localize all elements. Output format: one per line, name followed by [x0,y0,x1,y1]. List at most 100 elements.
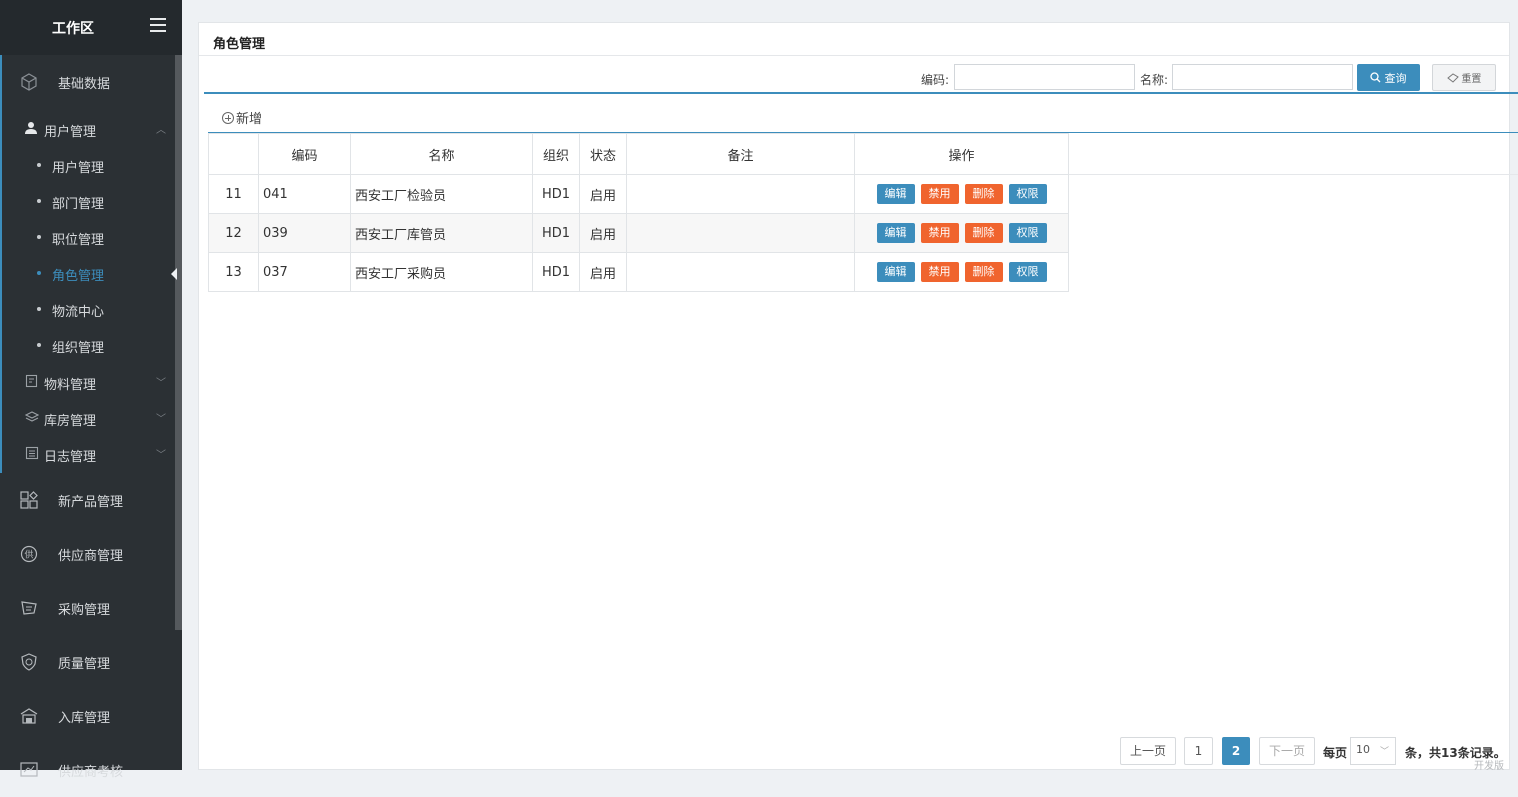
sidebar-group-basic-data[interactable]: 基础数据 [0,55,175,109]
sidebar-group-label: 基础数据 [58,77,111,92]
prev-page-button[interactable]: 上一页 [1120,737,1176,765]
column-header-code[interactable]: 编码 [258,133,351,175]
sidebar-item-logistics-center[interactable]: 物流中心 [0,291,175,327]
sidebar-title: 工作区 [52,21,94,37]
assessment-icon [20,762,38,777]
role-table: 编码 名称 组织 状态 备注 操作 11 041 西安工厂检验员 HD1 启用 … [208,133,1069,292]
column-header-remark[interactable]: 备注 [626,133,855,175]
material-icon [25,374,38,388]
row-code: 041 [258,174,351,214]
purchase-icon [21,601,37,615]
row-status: 启用 [579,252,627,292]
disable-button[interactable]: 禁用 [920,223,959,243]
sidebar-item-org-management[interactable]: 组织管理 [0,327,175,363]
delete-button[interactable]: 删除 [964,184,1003,204]
delete-button[interactable]: 删除 [964,262,1003,282]
row-actions: 编辑 禁用 删除 权限 [854,213,1069,253]
chevron-down-icon: ﹀ [1379,747,1389,757]
chevron-up-icon: ︿ [156,125,166,136]
name-label: 名称: [1140,73,1169,87]
supplier-icon: 供 [20,545,38,563]
sidebar: 工作区 基础数据 用户管理 ︿ 用户管理 部门管理 职位管理 角色管理 物流中心… [0,0,182,780]
chevron-down-icon: ﹀ [156,378,166,389]
page-button-1[interactable]: 1 [1184,737,1213,765]
row-code: 039 [258,213,351,253]
chevron-down-icon: ﹀ [156,414,166,425]
row-remark [626,252,855,292]
table-header-row: 编码 名称 组织 状态 备注 操作 [208,133,1069,175]
row-remark [626,213,855,253]
row-name: 西安工厂检验员 [350,174,533,214]
sidebar-item-label: 职位管理 [52,233,105,248]
row-status: 启用 [579,213,627,253]
sidebar-item-label: 物流中心 [52,305,105,320]
row-org: HD1 [532,213,580,253]
sidebar-item-label: 部门管理 [52,197,105,212]
sidebar-group-supplier-assessment[interactable]: 供应商考核 [0,743,175,797]
row-org: HD1 [532,252,580,292]
active-item-caret [171,268,177,280]
permission-button[interactable]: 权限 [1008,223,1047,243]
name-input[interactable] [1172,64,1353,90]
sidebar-item-role-management[interactable]: 角色管理 [0,255,175,291]
svg-text:供: 供 [24,549,33,561]
sidebar-sub-material-management[interactable]: 物料管理 ﹀ [0,364,175,400]
chevron-down-icon: ﹀ [156,450,166,461]
header-row-divider [1066,174,1518,175]
code-input[interactable] [954,64,1135,90]
sidebar-item-position-management[interactable]: 职位管理 [0,219,175,255]
row-status: 启用 [579,174,627,214]
search-icon [1370,71,1381,82]
sidebar-scrollbar[interactable] [175,55,182,630]
query-button[interactable]: 查询 [1357,64,1420,91]
table-row[interactable]: 12 039 西安工厂库管员 HD1 启用 编辑 禁用 删除 权限 [208,213,1069,253]
column-header-status[interactable]: 状态 [579,133,627,175]
reset-label: 重置 [1461,74,1482,85]
sidebar-sub-label: 库房管理 [44,414,97,429]
sidebar-group-supplier[interactable]: 供 供应商管理 [0,527,175,581]
sidebar-sub-warehouse-management[interactable]: 库房管理 ﹀ [0,400,175,436]
sidebar-group-label: 供应商管理 [58,549,124,564]
user-icon [25,122,37,134]
sidebar-group-quality[interactable]: 质量管理 [0,635,175,689]
sidebar-item-label: 组织管理 [52,341,105,356]
sidebar-item-label: 用户管理 [52,161,105,176]
table-row[interactable]: 11 041 西安工厂检验员 HD1 启用 编辑 禁用 删除 权限 [208,174,1069,214]
sidebar-sub-log-management[interactable]: 日志管理 ﹀ [0,436,175,472]
column-header-org[interactable]: 组织 [532,133,580,175]
log-icon [25,446,39,460]
apps-icon [20,491,38,509]
row-actions: 编辑 禁用 删除 权限 [854,252,1069,292]
page-button-2[interactable]: 2 [1222,737,1250,765]
per-page-select[interactable]: 10 ﹀ [1350,737,1396,765]
code-label: 编码: [921,73,950,87]
add-button[interactable]: 新增 [222,108,262,127]
sidebar-group-inbound[interactable]: 入库管理 [0,689,175,743]
column-header-name[interactable]: 名称 [350,133,533,175]
cube-icon [21,73,37,91]
edit-button[interactable]: 编辑 [876,262,915,282]
sidebar-sub-label: 物料管理 [44,378,97,393]
row-org: HD1 [532,174,580,214]
sidebar-sub-user-management[interactable]: 用户管理 ︿ [0,111,175,147]
sidebar-item-user-management[interactable]: 用户管理 [0,147,175,183]
row-code: 037 [258,252,351,292]
sidebar-item-department-management[interactable]: 部门管理 [0,183,175,219]
next-page-button[interactable]: 下一页 [1259,737,1315,765]
sidebar-group-new-product[interactable]: 新产品管理 [0,473,175,527]
table-row[interactable]: 13 037 西安工厂采购员 HD1 启用 编辑 禁用 删除 权限 [208,252,1069,292]
delete-button[interactable]: 删除 [964,223,1003,243]
reset-button[interactable]: 重置 [1432,64,1496,91]
edit-button[interactable]: 编辑 [876,184,915,204]
warehouse-icon [20,708,38,724]
sidebar-item-label: 角色管理 [52,269,105,284]
sidebar-group-purchase[interactable]: 采购管理 [0,581,175,635]
permission-button[interactable]: 权限 [1008,184,1047,204]
eraser-icon [1446,73,1459,83]
disable-button[interactable]: 禁用 [920,184,959,204]
disable-button[interactable]: 禁用 [920,262,959,282]
row-index: 11 [208,174,259,214]
permission-button[interactable]: 权限 [1008,262,1047,282]
hamburger-menu-icon[interactable] [150,18,166,32]
edit-button[interactable]: 编辑 [876,223,915,243]
